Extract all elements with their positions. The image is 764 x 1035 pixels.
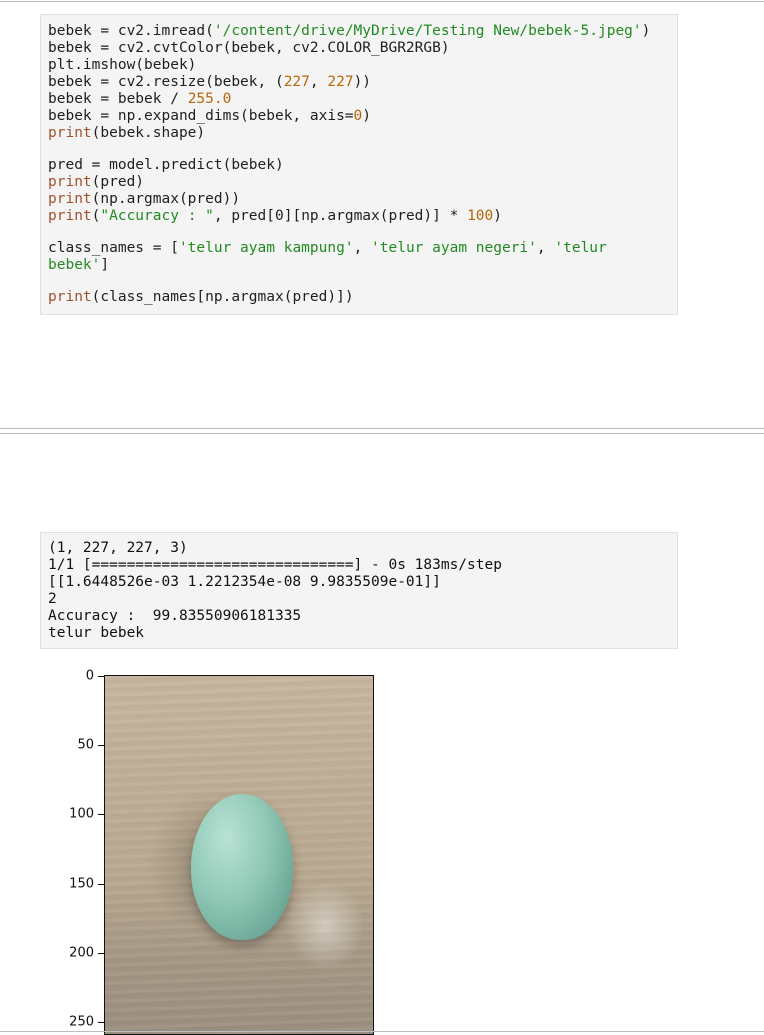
code-token: , xyxy=(536,240,555,256)
section-divider-top xyxy=(0,428,764,429)
y-tick-label: 100 xyxy=(69,806,94,822)
code-line: print(np.argmax(pred)) xyxy=(48,191,677,208)
code-token-num: 100 xyxy=(467,208,494,224)
code-token: )) xyxy=(353,74,372,90)
code-token: bebek = bebek / xyxy=(48,91,188,107)
y-tick-label: 200 xyxy=(69,945,94,961)
code-token-num: 0 xyxy=(353,108,363,124)
code-token-kw: print xyxy=(48,125,92,141)
code-line: pred = model.predict(bebek) xyxy=(48,157,677,174)
y-tick-label: 0 xyxy=(85,668,94,684)
code-token-str: 'telur xyxy=(554,240,607,256)
code-token: ] xyxy=(100,257,110,273)
code-line: print(class_names[np.argmax(pred)]) xyxy=(48,289,677,306)
code-token-str: "Accuracy : " xyxy=(100,208,214,224)
code-token-str: '/content/drive/MyDrive/Testing New/bebe… xyxy=(213,23,642,39)
code-line: print("Accuracy : ", pred[0][np.argmax(p… xyxy=(48,208,677,225)
code-token: class_names = [ xyxy=(48,240,179,256)
output-line: Accuracy : 99.83550906181335 xyxy=(48,608,302,624)
code-token-num: 227 xyxy=(283,74,310,90)
y-tick xyxy=(98,884,104,885)
code-token-kw: print xyxy=(48,191,92,207)
code-token: bebek = cv2.resize(bebek, ( xyxy=(48,74,284,90)
code-line: plt.imshow(bebek) xyxy=(48,57,677,74)
code-line: bebek = cv2.resize(bebek, (227, 227)) xyxy=(48,74,677,91)
bottom-divider xyxy=(0,1031,764,1032)
code-token-str: 'telur ayam negeri' xyxy=(371,240,537,256)
code-token-kw: print xyxy=(48,174,92,190)
code-token-str: bebek' xyxy=(48,257,101,273)
code-line: print(bebek.shape) xyxy=(48,125,677,142)
code-token: (np.argmax(pred)) xyxy=(91,191,241,207)
code-token: pred = model.predict(bebek) xyxy=(48,157,284,173)
code-token: , xyxy=(353,240,372,256)
code-line: bebek = cv2.imread('/content/drive/MyDri… xyxy=(48,23,677,40)
y-tick xyxy=(98,745,104,746)
code-line: bebek'] xyxy=(48,257,677,274)
output-line: telur bebek xyxy=(48,625,145,641)
code-token-str: 'telur ayam kampung' xyxy=(178,240,354,256)
output-cell: (1, 227, 227, 3) 1/1 [==================… xyxy=(40,532,678,649)
code-line: class_names = ['telur ayam kampung', 'te… xyxy=(48,240,677,257)
egg-object xyxy=(191,794,293,940)
code-token: ) xyxy=(493,208,502,224)
code-line: bebek = cv2.cvtColor(bebek, cv2.COLOR_BG… xyxy=(48,40,677,57)
code-token: ) xyxy=(362,108,372,124)
output-line: (1, 227, 227, 3) xyxy=(48,540,188,556)
output-line: [[1.6448526e-03 1.2212354e-08 9.9835509e… xyxy=(48,574,441,590)
code-cell[interactable]: bebek = cv2.imread('/content/drive/MyDri… xyxy=(40,14,678,315)
y-tick xyxy=(98,953,104,954)
code-line: bebek = np.expand_dims(bebek, axis=0) xyxy=(48,108,677,125)
code-token-kw: print xyxy=(48,289,92,305)
output-line: 1/1 [==============================] - 0… xyxy=(48,557,502,573)
top-divider xyxy=(0,1,764,2)
y-tick xyxy=(98,1022,104,1023)
y-tick-label: 50 xyxy=(77,737,94,753)
y-tick xyxy=(98,814,104,815)
y-tick xyxy=(98,676,104,677)
code-token: plt.imshow(bebek) xyxy=(48,57,197,73)
code-lines: bebek = cv2.imread('/content/drive/MyDri… xyxy=(48,23,677,306)
light-glare xyxy=(285,881,365,971)
code-token: (class_names[np.argmax(pred)]) xyxy=(91,289,354,305)
code-token: , xyxy=(309,74,328,90)
imshow-image xyxy=(104,675,374,1035)
code-token-num: 227 xyxy=(327,74,354,90)
code-line: bebek = bebek / 255.0 xyxy=(48,91,677,108)
output-line: 2 xyxy=(48,591,57,607)
code-token: (bebek.shape) xyxy=(91,125,206,141)
code-token: bebek = cv2.cvtColor(bebek, cv2.COLOR_BG… xyxy=(48,40,450,56)
code-token: (pred) xyxy=(91,174,145,190)
code-token: , pred[0][np.argmax(pred)] * xyxy=(213,208,468,224)
code-token: bebek = np.expand_dims(bebek, axis= xyxy=(48,108,354,124)
code-line: print(pred) xyxy=(48,174,677,191)
y-tick-label: 150 xyxy=(69,876,94,892)
code-token: ) xyxy=(641,23,651,39)
code-token-num: 255.0 xyxy=(187,91,232,107)
code-token: bebek = cv2.imread( xyxy=(48,23,214,39)
code-token-kw: print xyxy=(48,208,92,224)
section-divider-bottom xyxy=(0,433,764,434)
y-tick-label: 250 xyxy=(69,1014,94,1030)
